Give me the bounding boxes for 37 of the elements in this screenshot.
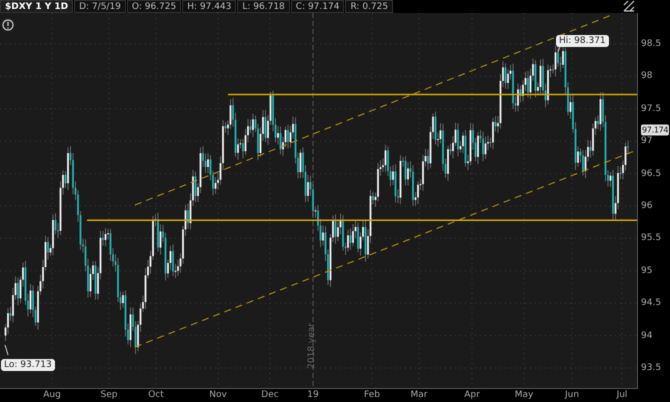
axis-tick-label: Aug (43, 390, 61, 400)
axis-tick-label: Apr (464, 390, 480, 400)
axis-tick-label: 98 (641, 71, 652, 82)
axis-tick-label: 97.5 (641, 104, 662, 114)
axis-tick-label: 97 (641, 136, 652, 146)
quote-field: C: 97.174 (290, 0, 344, 13)
leader-line (4, 344, 8, 356)
last-price-tag: 97.174 (641, 124, 670, 136)
quote-field: R: 0.725 (345, 0, 394, 13)
quote-field: O: 96.725 (126, 0, 182, 13)
axis-tick-label: Oct (148, 390, 164, 400)
axis-tick-label: Sep (100, 390, 118, 400)
quote-field: D: 7/5/19 (74, 0, 126, 13)
axis-tick-label: 96 (641, 201, 652, 211)
symbol-label: $DXY 1 Y 1D (0, 0, 74, 13)
axis-tick-label: Jul (616, 390, 628, 400)
axis-tick-label: Mar (410, 390, 428, 400)
chart-style-icon[interactable] (623, 0, 635, 12)
alert-icon[interactable] (2, 19, 14, 31)
year-divider-label: 2018 year (307, 323, 317, 369)
axis-tick-label: 96.5 (641, 168, 662, 179)
axis-tick-label: 94.5 (641, 298, 662, 308)
axis-tick-label: 94 (641, 330, 652, 341)
axis-tick-label: Feb (364, 390, 380, 400)
axis-tick-label: Jun (564, 390, 580, 400)
quote-field: H: 97.443 (182, 0, 236, 13)
quote-field: L: 96.718 (237, 0, 290, 13)
axis-tick-label: Nov (209, 390, 227, 400)
low-label: Lo: 93.713 (1, 359, 55, 371)
axis-tick-label: 95 (641, 266, 652, 276)
axis-tick-label: 19 (307, 390, 319, 400)
axis-tick-label: May (514, 390, 534, 400)
high-label: Hi: 98.371 (556, 35, 609, 47)
axis-tick-label: 93.5 (641, 363, 662, 373)
axis-tick-label: 98.5 (641, 39, 662, 49)
axis-tick-label: Dec (261, 390, 279, 400)
axis-tick-label: 95.5 (641, 233, 662, 244)
